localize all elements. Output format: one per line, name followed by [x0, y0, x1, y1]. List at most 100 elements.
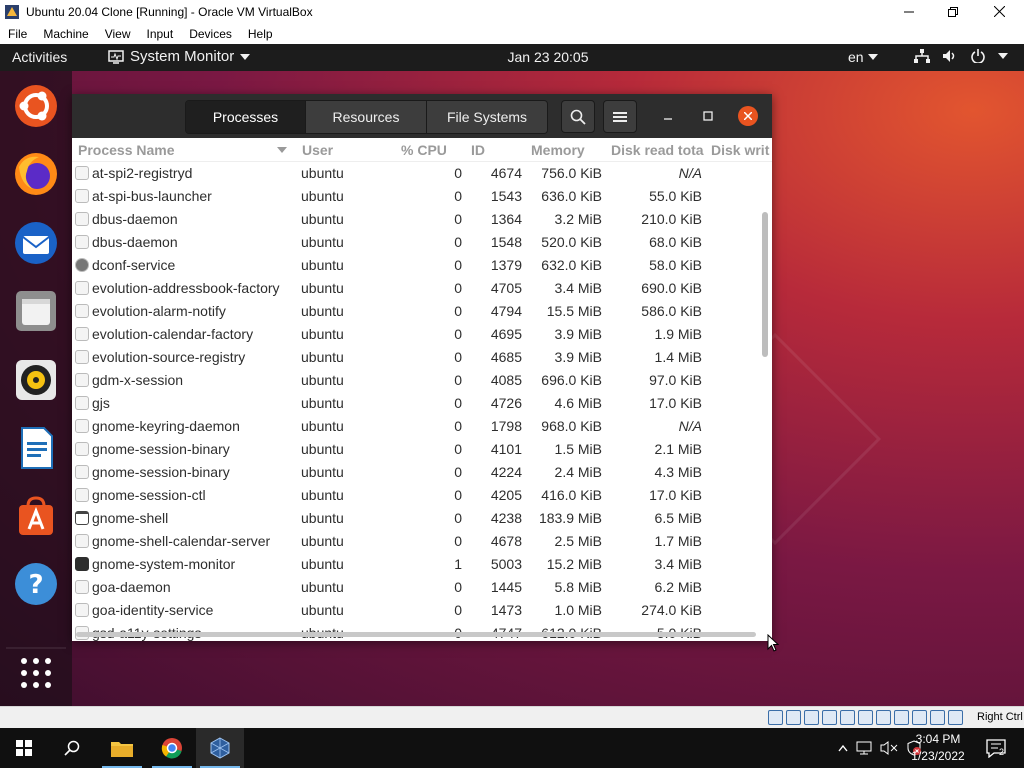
id-cell: 1798 — [490, 418, 522, 434]
column-user[interactable]: User — [302, 142, 333, 158]
restore-button[interactable] — [930, 0, 976, 23]
table-row[interactable]: gdm-x-session ubuntu 0 4085 696.0 KiB 97.0 Ki… — [72, 369, 760, 392]
column-process-name[interactable]: Process Name — [78, 142, 175, 158]
id-cell: 1473 — [490, 602, 522, 618]
taskbar-chrome[interactable] — [148, 728, 196, 768]
id-cell: 4685 — [490, 349, 522, 365]
process-icon — [75, 396, 89, 410]
sm-maximize-button[interactable] — [698, 106, 718, 126]
column-id[interactable]: ID — [471, 142, 485, 158]
table-row[interactable]: gnome-session-binary ubuntu 0 4101 1.5 MiB 2.… — [72, 438, 760, 461]
cpu-icon[interactable] — [912, 710, 927, 725]
video-capture-icon[interactable] — [894, 710, 909, 725]
host-key-label[interactable]: Right Ctrl — [977, 711, 1023, 723]
table-row[interactable]: at-spi2-registryd ubuntu 0 4674 756.0 KiB N/A — [72, 162, 760, 185]
tab-processes[interactable]: Processes — [186, 101, 306, 133]
table-row[interactable]: dbus-daemon ubuntu 0 1548 520.0 KiB 68.0 KiB — [72, 231, 760, 254]
table-row[interactable]: goa-daemon ubuntu 0 1445 5.8 MiB 6.2 MiB — [72, 576, 760, 599]
table-row[interactable]: dconf-service ubuntu 0 1379 632.0 KiB 58.0 Ki… — [72, 254, 760, 277]
user-cell: ubuntu — [301, 234, 344, 250]
process-icon — [75, 350, 89, 364]
dock-thunderbird[interactable] — [12, 219, 60, 267]
menu-file[interactable]: File — [0, 27, 35, 41]
hard-disk-icon[interactable] — [768, 710, 783, 725]
table-row[interactable]: gnome-session-binary ubuntu 0 4224 2.4 MiB 4.… — [72, 461, 760, 484]
menu-input[interactable]: Input — [139, 27, 182, 41]
table-row[interactable]: gnome-session-ctl ubuntu 0 4205 416.0 KiB 17.… — [72, 484, 760, 507]
guest-desktop: Activities System Monitor Jan 23 20:05 e… — [0, 44, 1024, 706]
dock-libreoffice-writer[interactable] — [12, 424, 60, 472]
language-label: en — [848, 49, 864, 65]
window-title: Ubuntu 20.04 Clone [Running] - Oracle VM… — [26, 4, 313, 19]
table-row[interactable]: evolution-source-registry ubuntu 0 4685 3.9 … — [72, 346, 760, 369]
column-cpu[interactable]: % CPU — [401, 142, 447, 158]
id-cell: 1379 — [490, 257, 522, 273]
dock-ubuntu[interactable] — [12, 82, 60, 130]
table-row[interactable]: gnome-system-monitor ubuntu 1 5003 15.2 MiB 3… — [72, 553, 760, 576]
table-row[interactable]: evolution-alarm-notify ubuntu 0 4794 15.5 Mi… — [72, 300, 760, 323]
usb-icon[interactable] — [840, 710, 855, 725]
dock-show-applications[interactable] — [12, 649, 60, 697]
search-button[interactable] — [561, 100, 595, 133]
process-icon — [75, 534, 89, 548]
audio-icon[interactable] — [804, 710, 819, 725]
memory-cell: 4.6 MiB — [554, 395, 602, 411]
table-row[interactable]: goa-identity-service ubuntu 0 1473 1.0 MiB 27… — [72, 599, 760, 622]
network-adapter-icon[interactable] — [822, 710, 837, 725]
volume-muted-icon[interactable] — [880, 741, 898, 755]
dock-firefox[interactable] — [12, 150, 60, 198]
table-row[interactable]: gnome-shell ubuntu 0 4238 183.9 MiB 6.5 MiB — [72, 507, 760, 530]
taskbar-clock[interactable]: 3:04 PM 1/23/2022 — [906, 731, 970, 765]
headerbar: Processes Resources File Systems — [72, 94, 772, 138]
dock-help[interactable]: ? — [12, 560, 60, 608]
close-button[interactable] — [976, 0, 1022, 23]
menu-devices[interactable]: Devices — [181, 27, 240, 41]
table-row[interactable]: gnome-keyring-daemon ubuntu 0 1798 968.0 KiB… — [72, 415, 760, 438]
process-icon — [75, 465, 89, 479]
chevron-down-icon — [998, 53, 1008, 59]
user-cell: ubuntu — [301, 533, 344, 549]
menu-button[interactable] — [603, 100, 637, 133]
memory-cell: 632.0 KiB — [541, 257, 602, 273]
table-row[interactable]: evolution-addressbook-factory ubuntu 0 4705… — [72, 277, 760, 300]
chevron-up-icon[interactable] — [838, 744, 848, 752]
optical-drive-icon[interactable] — [786, 710, 801, 725]
start-button[interactable] — [0, 728, 48, 768]
column-disk-write-total[interactable]: Disk writ — [711, 142, 769, 158]
dock-ubuntu-software[interactable] — [12, 492, 60, 540]
memory-cell: 636.0 KiB — [541, 188, 602, 204]
horizontal-scrollbar[interactable] — [76, 632, 756, 637]
minimize-button[interactable] — [886, 0, 932, 23]
column-memory[interactable]: Memory — [531, 142, 585, 158]
mouse-integration-icon[interactable] — [930, 710, 945, 725]
status-menu[interactable] — [914, 49, 1008, 63]
menu-help[interactable]: Help — [240, 27, 281, 41]
network-icon[interactable] — [856, 741, 872, 755]
taskbar-file-explorer[interactable] — [98, 728, 146, 768]
process-name-cell: dbus-daemon — [92, 211, 178, 227]
dock-rhythmbox[interactable] — [12, 356, 60, 404]
dock-files[interactable] — [12, 287, 60, 335]
menu-machine[interactable]: Machine — [35, 27, 96, 41]
shared-folders-icon[interactable] — [858, 710, 873, 725]
display-icon[interactable] — [876, 710, 891, 725]
menu-view[interactable]: View — [97, 27, 139, 41]
table-row[interactable]: at-spi-bus-launcher ubuntu 0 1543 636.0 KiB 5… — [72, 185, 760, 208]
table-row[interactable]: gjs ubuntu 0 4726 4.6 MiB 17.0 KiB — [72, 392, 760, 415]
table-row[interactable]: gnome-shell-calendar-server ubuntu 0 4678 2.… — [72, 530, 760, 553]
tab-file-systems[interactable]: File Systems — [427, 101, 547, 133]
tab-resources[interactable]: Resources — [306, 101, 427, 133]
keyboard-icon[interactable] — [948, 710, 963, 725]
taskbar-virtualbox[interactable] — [196, 728, 244, 768]
cpu-cell: 0 — [454, 395, 462, 411]
table-row[interactable]: dbus-daemon ubuntu 0 1364 3.2 MiB 210.0 KiB — [72, 208, 760, 231]
taskbar-search-button[interactable] — [48, 728, 96, 768]
table-row[interactable]: evolution-calendar-factory ubuntu 0 4695 3.9… — [72, 323, 760, 346]
sm-close-button[interactable] — [738, 106, 758, 126]
language-indicator[interactable]: en — [848, 49, 878, 65]
sort-descending-icon[interactable] — [277, 147, 287, 153]
taskbar-date: 1/23/2022 — [911, 749, 965, 763]
sm-minimize-button[interactable] — [658, 106, 678, 126]
column-disk-read-total[interactable]: Disk read tota — [611, 142, 705, 158]
vertical-scrollbar[interactable] — [762, 212, 768, 357]
